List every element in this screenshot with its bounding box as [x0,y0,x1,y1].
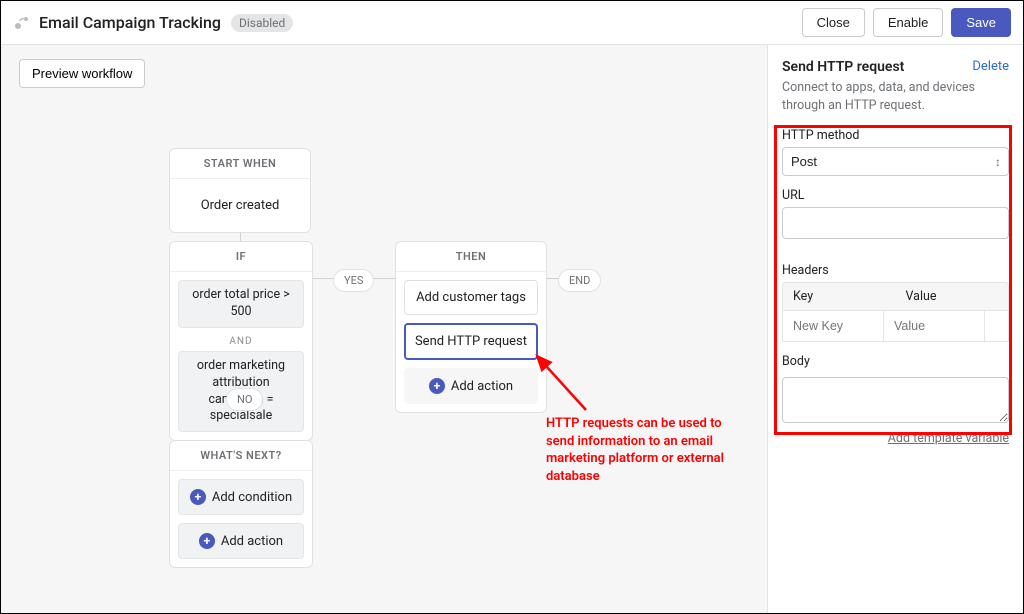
start-card[interactable]: START WHEN Order created [169,148,311,233]
and-label: AND [178,336,304,347]
headers-key-input[interactable] [783,311,883,341]
plus-icon: + [429,378,445,394]
page-title: Email Campaign Tracking [39,13,221,32]
if-card[interactable]: IF order total price > 500 AND order mar… [169,241,313,441]
no-badge: NO [226,388,263,411]
add-action-next[interactable]: + Add action [178,523,304,559]
body-label: Body [782,354,1009,369]
http-method-label: HTTP method [782,128,1009,143]
yes-badge: YES [333,269,374,292]
plus-icon: + [199,533,215,549]
panel-title: Send HTTP request [782,59,904,75]
flow-app-icon [13,14,31,32]
then-card[interactable]: THEN Add customer tags Send HTTP request… [395,241,547,413]
whats-next-card[interactable]: WHAT'S NEXT? + Add condition + Add action [169,440,313,568]
add-action-label: Add action [451,379,513,394]
url-label: URL [782,188,1009,203]
save-button[interactable]: Save [951,8,1011,37]
top-bar-actions: Close Enable Save [802,8,1011,37]
panel-description: Connect to apps, data, and devices throu… [782,79,1009,114]
panel-delete-link[interactable]: Delete [972,59,1009,74]
add-condition-label: Add condition [212,490,292,505]
add-action-then[interactable]: + Add action [404,368,538,404]
side-panel: Send HTTP request Delete Connect to apps… [767,45,1023,613]
body-textarea[interactable] [782,377,1009,423]
close-button[interactable]: Close [802,8,865,37]
then-card-header: THEN [396,242,546,272]
preview-workflow-button[interactable]: Preview workflow [19,59,145,88]
add-action-label: Add action [221,534,283,549]
action-add-customer-tags[interactable]: Add customer tags [404,280,538,315]
headers-value-col: Value [896,283,1009,310]
headers-row-remove[interactable] [984,311,1008,341]
headers-label: Headers [782,263,1009,278]
headers-value-input[interactable] [884,311,984,341]
status-chip: Disabled [231,14,293,32]
add-template-variable-link[interactable]: Add template variable [888,431,1009,446]
whats-next-header: WHAT'S NEXT? [170,441,312,471]
url-input[interactable] [782,207,1009,239]
http-method-select[interactable]: Post [782,147,1009,176]
trigger-cell[interactable]: Order created [180,189,300,222]
condition-1[interactable]: order total price > 500 [178,280,304,328]
action-send-http-request[interactable]: Send HTTP request [404,323,538,360]
workflow-canvas: Preview workflow START WHEN Order create… [1,45,767,613]
annotation-text: HTTP requests can be used to send inform… [546,415,746,485]
end-badge: END [558,269,601,292]
top-bar: Email Campaign Tracking Disabled Close E… [1,1,1023,45]
start-card-header: START WHEN [170,149,310,179]
headers-row [782,311,1009,342]
add-condition-button[interactable]: + Add condition [178,479,304,515]
plus-icon: + [190,489,206,505]
headers-key-col: Key [783,283,896,310]
enable-button[interactable]: Enable [873,8,943,37]
headers-table-head: Key Value [782,282,1009,311]
if-card-header: IF [170,242,312,272]
